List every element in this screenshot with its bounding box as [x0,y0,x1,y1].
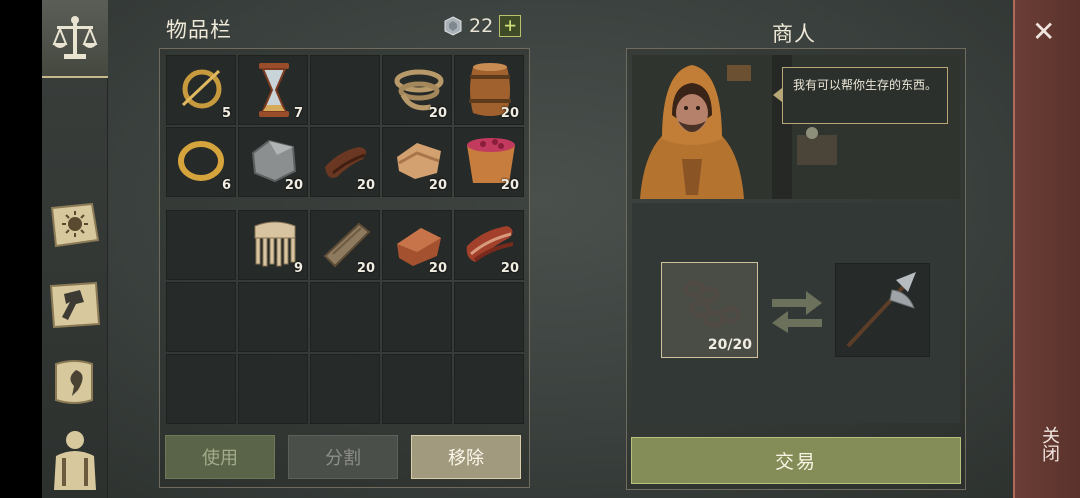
inventory-slot-empty[interactable] [454,354,524,424]
inventory-slot-empty[interactable] [310,55,380,125]
item-quantity: 5 [221,106,231,121]
inventory-slot[interactable]: 20 [454,210,524,280]
inventory-slot[interactable]: 20 [454,127,524,197]
scales-icon[interactable] [52,14,98,62]
inventory-slot-empty[interactable] [382,282,452,352]
inventory-slot[interactable]: 5 [166,55,236,125]
sun-book-icon[interactable] [48,200,102,250]
hourglass-icon [259,63,289,117]
character-equipment-icon[interactable] [48,428,102,490]
close-panel[interactable] [1013,0,1080,498]
inventory-title: 物品栏 [166,18,232,42]
inventory-slot[interactable]: 20 [454,55,524,125]
inventory-slot[interactable]: 20 [382,210,452,280]
add-currency-button[interactable]: + [499,15,522,37]
brooch-icon [181,69,222,109]
item-quantity: 20 [428,106,447,121]
inventory-slot[interactable]: 20 [382,127,452,197]
inventory-slot-empty[interactable] [454,282,524,352]
item-quantity: 20 [284,178,303,193]
currency-amount: 22 [469,15,494,37]
gold-ring-icon [178,141,224,181]
receive-slot[interactable] [835,263,930,357]
inventory-slot-empty[interactable] [166,210,236,280]
use-button[interactable]: 使用 [165,435,275,479]
remove-button[interactable]: 移除 [411,435,521,479]
inventory-slot[interactable]: 20 [310,127,380,197]
swap-arrows-icon [772,291,822,333]
screen-edge [0,0,42,498]
item-quantity: 7 [293,106,303,121]
crafting-hammer-icon[interactable] [48,280,102,330]
stash-grid: 9 20 20 20 [166,210,524,424]
silver-coin-icon [444,16,462,36]
inventory-slot[interactable]: 9 [238,210,308,280]
item-quantity: 20 [428,261,447,276]
inventory-slot[interactable]: 6 [166,127,236,197]
inventory-slot-empty[interactable] [238,282,308,352]
item-quantity: 20 [356,178,375,193]
item-quantity: 20 [356,261,375,276]
currency-display: 22 + [443,15,522,37]
inventory-slot[interactable]: 20 [310,210,380,280]
item-quantity: 20 [500,261,519,276]
quest-scroll-icon[interactable] [48,356,102,408]
item-quantity: 20 [500,106,519,121]
offer-quantity: 20/20 [707,337,752,353]
inventory-slot-empty[interactable] [166,282,236,352]
item-quantity: 6 [221,178,231,193]
offer-slot[interactable]: 20/20 [661,262,758,358]
inventory-slot-empty[interactable] [310,282,380,352]
chain-icon [682,280,742,328]
inventory-slot-empty[interactable] [382,354,452,424]
item-quantity: 20 [500,178,519,193]
bag-grid: 5 7 20 20 6 20 20 20 20 [166,55,524,197]
inventory-slot-empty[interactable] [310,354,380,424]
trade-button[interactable]: 交易 [631,437,961,484]
inventory-slot[interactable]: 7 [238,55,308,125]
item-quantity: 9 [293,261,303,276]
split-button[interactable]: 分割 [288,435,398,479]
inventory-slot[interactable]: 20 [238,127,308,197]
close-label[interactable]: 关闭 [1030,426,1062,462]
close-icon[interactable]: ✕ [1032,18,1055,46]
item-quantity: 20 [428,178,447,193]
inventory-slot-empty[interactable] [166,354,236,424]
inventory-slot-empty[interactable] [238,354,308,424]
inventory-slot[interactable]: 20 [382,55,452,125]
merchant-title: 商人 [772,22,816,46]
speech-bubble-tail [773,88,782,102]
merchant-dialogue-bubble: 我有可以帮你生存的东西。 [782,67,948,124]
halberd-icon [846,272,916,348]
